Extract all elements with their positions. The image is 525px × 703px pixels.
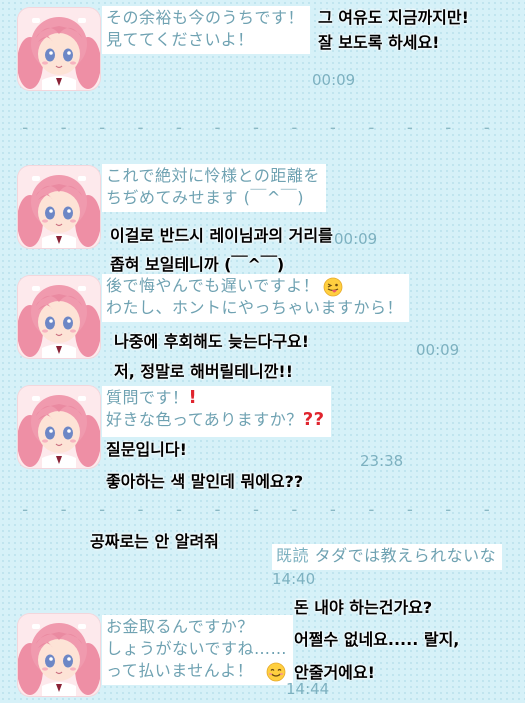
translation-line: 돈 내야 하는건가요?: [294, 598, 433, 617]
avatar-image: [18, 386, 100, 468]
message-line: これで絶対に怜様との距離を: [106, 166, 320, 185]
avatar[interactable]: [18, 276, 100, 358]
read-receipt: 既読: [276, 546, 310, 565]
translation-line: 어쩔수 없네요..... 랄지,: [294, 630, 460, 649]
message-bubble: 後で悔やんでも遅いですよ！ わたし、ホントにやっちゃいますから！: [102, 274, 410, 322]
translation-line: 공짜로는 안 알려줘: [90, 532, 219, 551]
message-line: その余裕も今のうちです！: [106, 8, 305, 27]
translation-line: 이걸로 반드시 레이님과의 거리를: [110, 226, 333, 245]
avatar-image: [18, 276, 100, 358]
smile-emoji-icon: [266, 662, 286, 682]
message-line: しょうがないですね……: [106, 639, 288, 658]
avatar[interactable]: [18, 614, 100, 696]
translation-line: 그 여유도 지금까지만!: [318, 8, 469, 27]
message-line: お金取るんですか？: [106, 617, 254, 636]
translation-line: 잘 보도록 하세요!: [318, 33, 440, 52]
message-time: 14:40: [272, 570, 316, 588]
message-time: 00:09: [312, 71, 356, 89]
message-line: ちぢめてみせます (￣^￣): [106, 188, 304, 207]
translation-line: 나중에 후회해도 늦는다구요!: [114, 332, 310, 351]
avatar[interactable]: [18, 8, 100, 90]
avatar-image: [18, 8, 100, 90]
question-marks-icon: ??: [302, 409, 325, 430]
message-time: 23:38: [360, 452, 404, 470]
message-bubble: これで絶対に怜様との距離を ちぢめてみせます (￣^￣): [102, 164, 326, 212]
message-line: 質問です！: [106, 388, 189, 407]
message-line: タダでは教えられないな: [314, 546, 497, 565]
message-bubble-outgoing: 既読 タダでは教えられないな: [272, 544, 503, 570]
translation-line: 좁혀 보일테니까 (￣^￣): [110, 255, 285, 274]
message-line: って払いませんよ！: [106, 661, 254, 680]
message-time: 00:09: [416, 341, 460, 359]
avatar[interactable]: [18, 386, 100, 468]
message-line: わたし、ホントにやっちゃいますから！: [106, 298, 404, 317]
date-divider: - - - - - - - - - - - - - - - - - - - - …: [20, 500, 505, 520]
message-line: 見ててくださいよ！: [106, 30, 254, 49]
message-line: 好きな色ってありますか？: [106, 410, 303, 429]
avatar-image: [18, 166, 100, 248]
message-line: 後で悔やんでも遅いですよ！: [106, 276, 320, 295]
tongue-out-emoji-icon: [323, 277, 343, 297]
message-bubble: お金取るんですか？ しょうがないですね…… って払いませんよ！: [102, 615, 294, 685]
message-bubble: その余裕も今のうちです！ 見ててくださいよ！: [102, 6, 311, 54]
avatar[interactable]: [18, 166, 100, 248]
message-time: 14:44: [286, 680, 330, 698]
date-divider: - - - - - - - - - - - - - - - - - - - - …: [20, 118, 505, 138]
exclamation-mark-icon: !: [188, 387, 198, 408]
translation-line: 좋아하는 색 말인데 뭐에요??: [106, 472, 304, 491]
message-bubble: 質問です！! 好きな色ってありますか？??: [102, 386, 331, 437]
avatar-image: [18, 614, 100, 696]
translation-line: 저, 정말로 해버릴테니깐!!: [114, 362, 294, 381]
translation-line: 질문입니다!: [106, 440, 187, 459]
message-time: 00:09: [334, 230, 378, 248]
